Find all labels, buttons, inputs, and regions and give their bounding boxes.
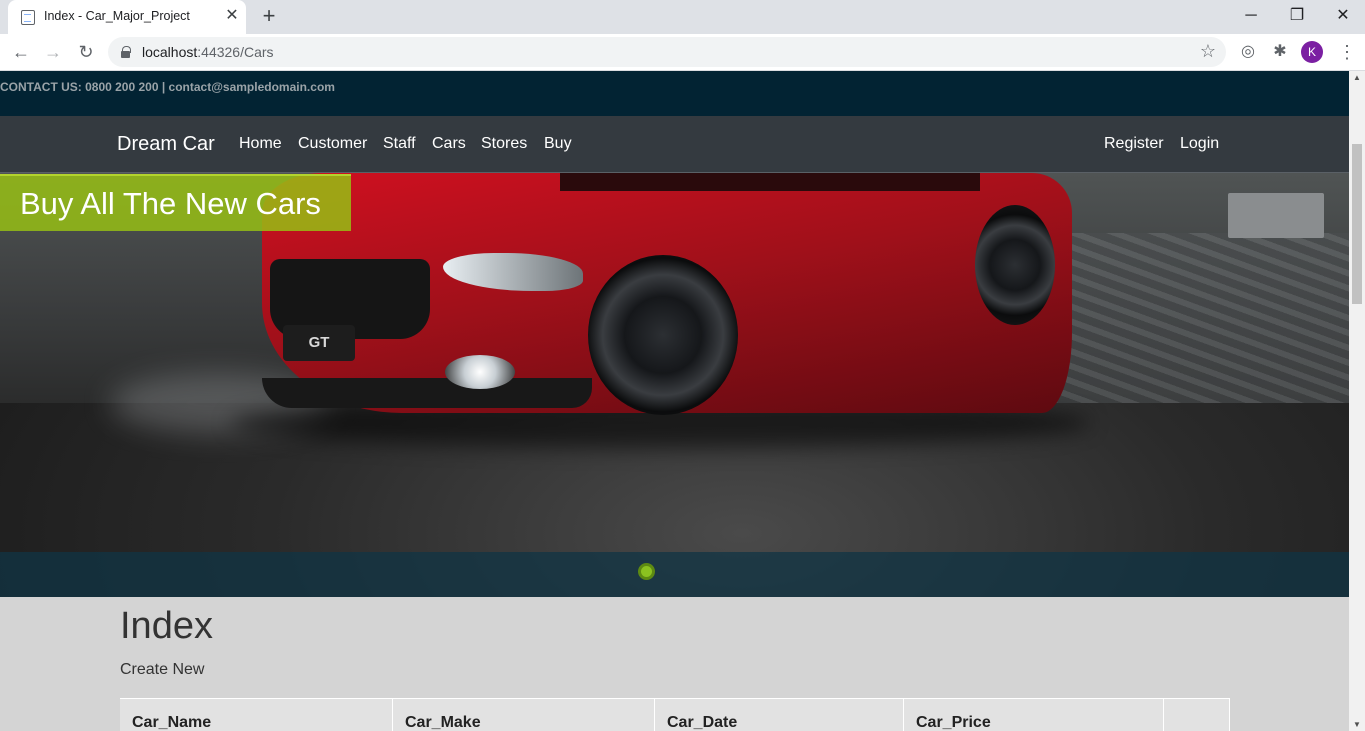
column-header-label: Car_Name bbox=[132, 714, 212, 731]
back-arrow-icon[interactable]: ← bbox=[8, 39, 34, 65]
column-header-car-name[interactable]: Car_Name bbox=[120, 699, 393, 731]
contact-bar: CONTACT US: 0800 200 200 | contact@sampl… bbox=[0, 71, 1349, 116]
car-foglight bbox=[445, 355, 515, 389]
column-header-actions bbox=[1164, 699, 1230, 731]
page-favicon-icon bbox=[21, 10, 35, 25]
scroll-up-arrow-icon[interactable]: ▲ bbox=[1352, 73, 1362, 82]
nav-staff[interactable]: Staff bbox=[383, 135, 416, 153]
nav-cars[interactable]: Cars bbox=[432, 135, 466, 153]
carousel-indicator-dot[interactable] bbox=[638, 563, 655, 580]
minimize-button[interactable]: ─ bbox=[1239, 4, 1263, 28]
column-header-label: Car_Make bbox=[405, 714, 481, 731]
browser-tab-bar: Index - Car_Major_Project ✕ + ─ ❐ ✕ bbox=[0, 0, 1365, 34]
carousel-indicator-band bbox=[0, 552, 1349, 597]
browser-tab[interactable]: Index - Car_Major_Project ✕ bbox=[8, 0, 246, 34]
nav-customer[interactable]: Customer bbox=[298, 135, 367, 153]
browser-menu-icon[interactable]: ⋮ bbox=[1338, 41, 1356, 63]
brand-link[interactable]: Dream Car bbox=[117, 133, 215, 156]
bookmark-star-icon[interactable]: ☆ bbox=[1200, 41, 1216, 62]
forward-arrow-icon[interactable]: → bbox=[40, 39, 66, 65]
tab-title: Index - Car_Major_Project bbox=[44, 9, 190, 23]
front-wheel bbox=[588, 255, 738, 415]
url-text[interactable]: localhost:44326/Cars bbox=[142, 44, 274, 60]
car-roof bbox=[560, 173, 980, 191]
hero-carousel[interactable]: GT Buy All The New Cars bbox=[0, 173, 1349, 597]
url-path: :44326/Cars bbox=[197, 44, 274, 60]
hero-caption: Buy All The New Cars bbox=[0, 174, 351, 231]
profile-avatar[interactable]: K bbox=[1301, 41, 1323, 63]
browser-toolbar: ← → ↻ localhost:44326/Cars ☆ bbox=[0, 34, 1365, 71]
bollard-image bbox=[1228, 193, 1324, 238]
close-tab-icon[interactable]: ✕ bbox=[224, 8, 240, 24]
extensions-puzzle-icon[interactable]: ✱ bbox=[1270, 42, 1290, 62]
create-new-link[interactable]: Create New bbox=[120, 661, 204, 679]
gt-badge: GT bbox=[283, 325, 355, 361]
nav-home[interactable]: Home bbox=[239, 135, 282, 153]
contact-text: CONTACT US: 0800 200 200 | contact@sampl… bbox=[0, 80, 335, 94]
hero-caption-text: Buy All The New Cars bbox=[20, 186, 321, 221]
cars-table: Car_Name Car_Make Car_Date Car_Price bbox=[120, 698, 1230, 731]
nav-register[interactable]: Register bbox=[1104, 135, 1164, 153]
column-header-label: Car_Price bbox=[916, 714, 991, 731]
url-host: localhost bbox=[142, 44, 198, 60]
main-content: Index Create New Car_Name Car_Make Car_D… bbox=[0, 597, 1349, 731]
extension-compass-icon[interactable]: ◎ bbox=[1238, 42, 1258, 62]
nav-login[interactable]: Login bbox=[1180, 135, 1219, 153]
column-header-label: Car_Date bbox=[667, 714, 738, 731]
close-window-button[interactable]: ✕ bbox=[1331, 4, 1355, 28]
rear-wheel bbox=[975, 205, 1055, 325]
restore-button[interactable]: ❐ bbox=[1285, 4, 1309, 28]
address-bar[interactable]: localhost:44326/Cars ☆ bbox=[108, 37, 1226, 67]
reload-icon[interactable]: ↻ bbox=[73, 39, 99, 65]
page-title: Index bbox=[120, 605, 213, 647]
new-tab-button[interactable]: + bbox=[258, 5, 280, 27]
nav-buy[interactable]: Buy bbox=[544, 135, 572, 153]
scroll-down-arrow-icon[interactable]: ▼ bbox=[1352, 720, 1362, 729]
site-navbar: Dream Car Home Customer Staff Cars Store… bbox=[0, 116, 1349, 173]
column-header-car-date[interactable]: Car_Date bbox=[655, 699, 904, 731]
nav-stores[interactable]: Stores bbox=[481, 135, 527, 153]
lock-icon[interactable] bbox=[121, 46, 131, 58]
car-front-lip bbox=[262, 378, 592, 408]
page-scrollbar[interactable]: ▲ ▼ bbox=[1349, 71, 1365, 731]
scrollbar-thumb[interactable] bbox=[1352, 144, 1362, 304]
column-header-car-make[interactable]: Car_Make bbox=[393, 699, 655, 731]
column-header-car-price[interactable]: Car_Price bbox=[904, 699, 1164, 731]
page-viewport: CONTACT US: 0800 200 200 | contact@sampl… bbox=[0, 71, 1349, 731]
